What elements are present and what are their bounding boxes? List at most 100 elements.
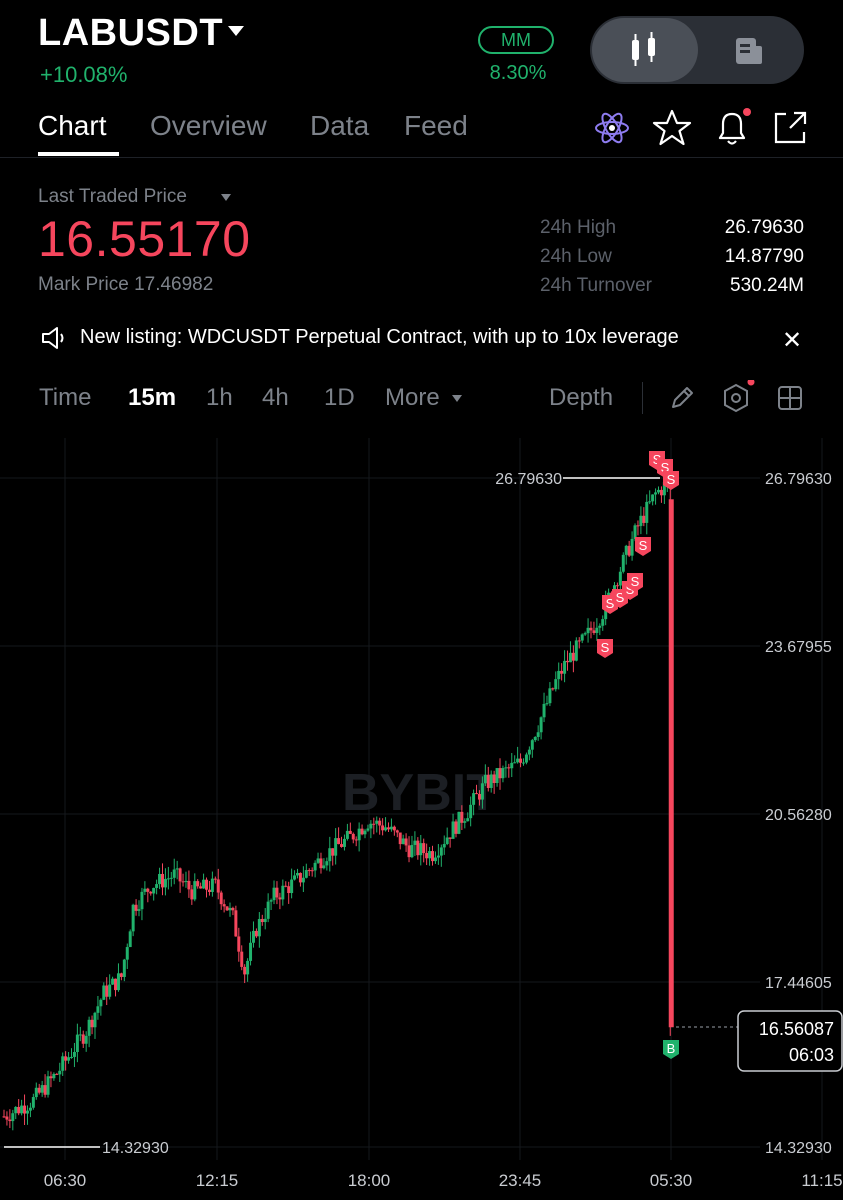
candle-body [158,873,162,885]
candle-body [178,868,182,882]
candle-body [202,879,206,889]
candle-body [469,804,473,819]
candle-body [269,900,273,902]
star-icon[interactable] [652,108,692,148]
candle-body [301,877,305,883]
candle-view-button[interactable] [592,18,698,82]
candle-body [272,887,276,901]
last-traded-price-label[interactable]: Last Traded Price [38,186,187,208]
candle-body [322,865,326,869]
announcement-text[interactable]: New listing: WDCUSDT Perpetual Contract,… [80,326,679,349]
candle-body [210,878,214,892]
candle-body [419,843,423,856]
candle-body [131,904,135,932]
speaker-icon [40,326,68,355]
candle-body [5,1116,9,1120]
tab-overview[interactable]: Overview [150,110,267,142]
interval-15m[interactable]: 15m [128,384,176,412]
document-view-button[interactable] [734,36,766,71]
candle-body [43,1085,47,1095]
candle-body [49,1076,53,1079]
interval-4h[interactable]: 4h [262,384,289,412]
symbol-title[interactable]: LABUSDT [38,12,223,55]
candle-body [510,762,514,769]
candle-body [114,978,118,991]
candle-body [425,853,429,859]
bell-icon[interactable] [712,108,752,148]
interval-more[interactable]: More [385,384,440,412]
candle-body [260,918,264,923]
atom-icon[interactable] [592,108,632,148]
y-tick: 26.79630 [765,471,832,488]
svg-text:S: S [631,574,640,589]
candle-body [243,966,247,975]
x-tick: 12:15 [196,1171,239,1190]
candle-body [149,891,153,894]
candle-body [225,906,229,911]
symbol-dropdown-icon[interactable] [228,26,244,36]
depth-button[interactable]: Depth [549,384,613,412]
candle-body [354,839,358,841]
candle-body [58,1070,62,1075]
candle-body [81,1034,85,1044]
candle-body [284,885,288,887]
candle-body [17,1106,21,1114]
more-dropdown-icon[interactable] [452,395,462,402]
candle-body [172,869,176,878]
candle-body [325,861,329,866]
candle-body [357,828,361,841]
interval-time[interactable]: Time [39,384,91,412]
sell-marker: S [635,537,651,556]
candle-body [554,679,558,690]
candle-body [137,909,141,911]
y-tick: 14.32930 [765,1140,832,1157]
candle-body [46,1076,50,1095]
candle-body [61,1056,65,1071]
candle-body [20,1105,24,1114]
candle-body [193,881,197,900]
candle-body [536,732,540,737]
candle-body [463,821,467,823]
price-chart[interactable]: BYBIT 26.79630 14.32930 26.79630 23.6795… [0,438,843,1200]
pencil-icon[interactable] [668,384,696,417]
candle-body [334,838,338,856]
candle-body [351,833,355,840]
candle-body [257,918,261,937]
tab-chart[interactable]: Chart [38,110,106,142]
candle-body [516,758,520,763]
candle-body [319,858,323,869]
tab-data[interactable]: Data [310,110,369,142]
interval-1h[interactable]: 1h [206,384,233,412]
candle-body [11,1113,15,1122]
candle-body [160,873,164,888]
candle-body [213,878,217,880]
candle-body [513,762,517,764]
candle-body [589,627,593,631]
candle-body [125,947,129,960]
layout-grid-icon[interactable] [776,384,804,417]
candle-body [577,640,581,642]
candle-body [231,907,235,911]
candle-body [416,840,420,856]
candle-body [116,973,120,991]
candle-body [645,501,649,523]
candle-body [475,793,479,795]
candle-body [237,936,241,952]
close-icon[interactable]: ✕ [782,326,802,355]
candle-body [574,640,578,661]
interval-1d[interactable]: 1D [324,384,355,412]
mm-badge[interactable]: MM [478,26,554,54]
share-icon[interactable] [770,108,810,148]
candle-body [296,872,299,876]
candle-body [372,823,376,825]
candle-body [651,494,655,502]
candle-body [395,830,399,833]
candle-body [84,1035,88,1044]
candle-body [293,875,297,880]
indicator-settings-icon[interactable] [720,378,756,421]
candle-body [216,879,220,893]
candle-body [580,634,584,641]
tab-feed[interactable]: Feed [404,110,468,142]
price-type-dropdown-icon[interactable] [221,194,231,201]
candle-body [480,783,484,800]
